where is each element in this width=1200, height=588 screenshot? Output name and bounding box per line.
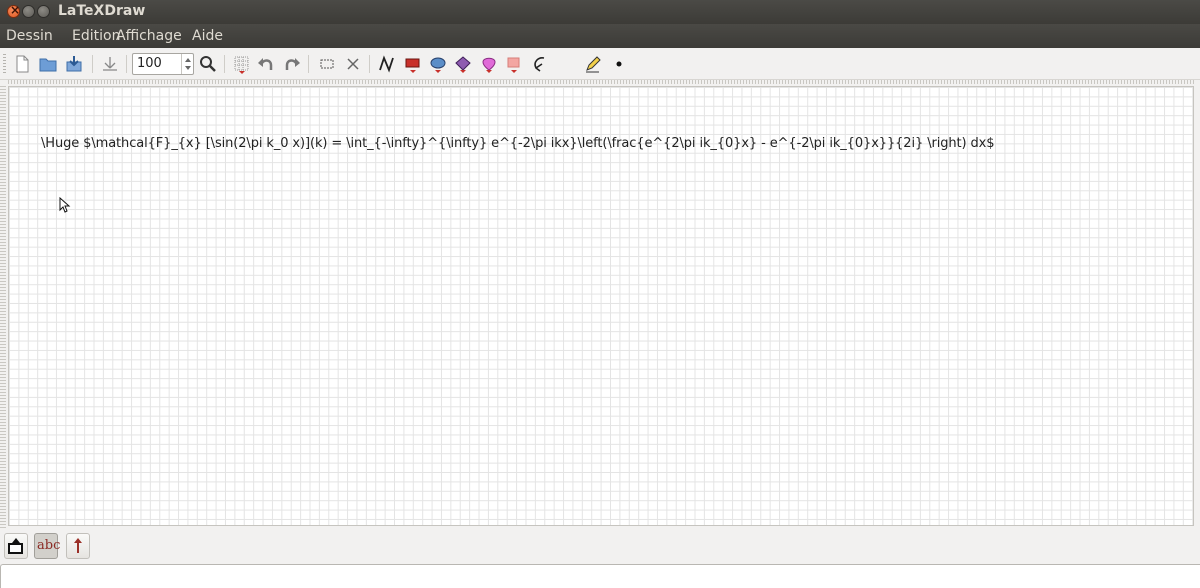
- zoom-icon[interactable]: [198, 54, 218, 74]
- ellipse-shape-icon[interactable]: [479, 54, 499, 74]
- menu-edition[interactable]: Edition: [72, 28, 120, 44]
- vertical-ruler: [0, 84, 6, 528]
- spin-down-icon[interactable]: [185, 66, 191, 70]
- bezier-curve-icon[interactable]: [403, 54, 423, 74]
- shape-border-icon: [8, 538, 23, 554]
- menu-affichage[interactable]: Affichage: [116, 28, 182, 44]
- undo-icon[interactable]: [256, 54, 276, 74]
- title-bar: LaTeXDraw: [0, 0, 1200, 24]
- latex-text-shape[interactable]: \Huge $\mathcal{F}_{x} [\sin(2\pi k_0 x)…: [41, 136, 995, 151]
- spell-check-icon: abc: [37, 538, 61, 553]
- toolbar-separator: [369, 55, 370, 73]
- grid-icon[interactable]: [232, 54, 252, 74]
- pencil-icon[interactable]: [583, 54, 603, 74]
- window-title: LaTeXDraw: [58, 3, 146, 19]
- menu-dessin[interactable]: Dessin: [6, 28, 53, 44]
- toolbar-grip[interactable]: [3, 54, 6, 74]
- toolbar-separator: [224, 55, 225, 73]
- delete-icon[interactable]: [343, 54, 363, 74]
- mouse-cursor-icon: [59, 197, 71, 213]
- drawing-canvas[interactable]: \Huge $\mathcal{F}_{x} [\sin(2\pi k_0 x)…: [8, 86, 1194, 526]
- menu-bar: Dessin Edition Affichage Aide: [0, 24, 1200, 48]
- maximize-icon[interactable]: [37, 5, 50, 18]
- redo-icon[interactable]: [282, 54, 302, 74]
- menu-aide[interactable]: Aide: [192, 28, 223, 44]
- spinner-arrows[interactable]: [181, 54, 193, 74]
- save-icon[interactable]: [64, 54, 84, 74]
- canvas-right-edge: [1194, 84, 1200, 528]
- horizontal-ruler: [6, 80, 1194, 84]
- spell-check-button[interactable]: abc: [34, 533, 61, 559]
- toolbar-separator: [92, 55, 93, 73]
- dot-icon[interactable]: [609, 54, 629, 74]
- open-folder-icon[interactable]: [38, 54, 58, 74]
- move-up-button[interactable]: [66, 533, 90, 559]
- zoom-spinner[interactable]: 100: [132, 53, 194, 75]
- new-file-icon[interactable]: [12, 54, 32, 74]
- rectangle-shape-icon[interactable]: [428, 54, 448, 74]
- export-pdf-icon[interactable]: [100, 54, 120, 74]
- arc-icon[interactable]: [530, 54, 550, 74]
- toolbar-separator: [126, 55, 127, 73]
- zoom-value[interactable]: 100: [137, 56, 162, 71]
- freehand-line-icon[interactable]: [377, 54, 397, 74]
- status-field[interactable]: [0, 564, 1200, 588]
- fill-icon[interactable]: [504, 54, 524, 74]
- polygon-shape-icon[interactable]: [453, 54, 473, 74]
- toolbar-separator: [308, 55, 309, 73]
- shape-border-button[interactable]: [4, 533, 28, 559]
- spin-up-icon[interactable]: [185, 58, 191, 62]
- bottom-toolbar: abc: [0, 530, 1200, 562]
- move-up-icon: [74, 538, 82, 553]
- close-icon[interactable]: [7, 3, 20, 18]
- select-rectangle-icon[interactable]: [317, 54, 337, 74]
- minimize-icon[interactable]: [22, 5, 35, 18]
